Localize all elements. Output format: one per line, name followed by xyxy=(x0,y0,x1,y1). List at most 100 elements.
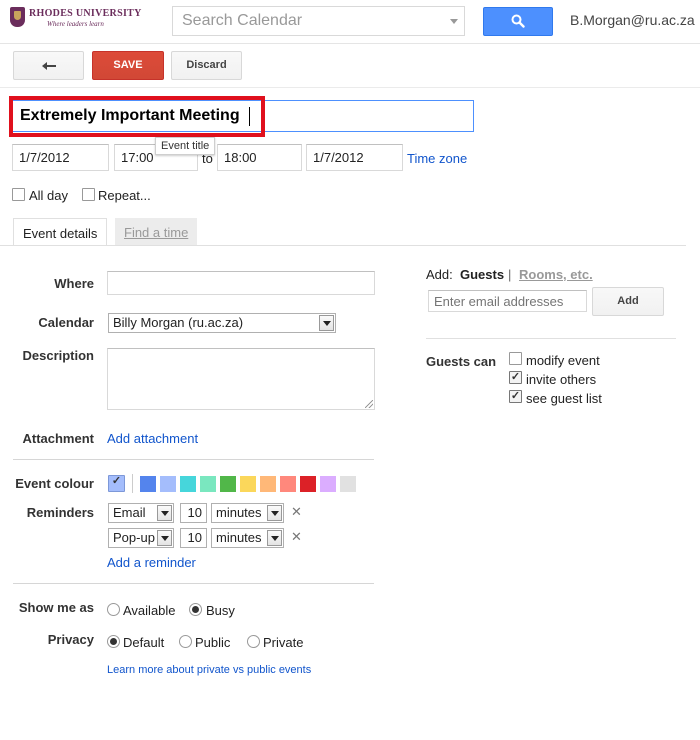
title-highlight-box xyxy=(9,96,265,137)
tabs-divider xyxy=(0,245,686,246)
add-label: Add: xyxy=(426,267,453,282)
reminder-method-value: Email xyxy=(113,505,146,520)
toolbar-divider xyxy=(0,87,700,88)
reminder-unit-value: minutes xyxy=(216,530,262,545)
calendar-label: Calendar xyxy=(38,315,94,330)
event-title-tooltip: Event title xyxy=(155,137,216,155)
tab-guests[interactable]: Guests xyxy=(460,267,504,282)
resize-handle-icon[interactable] xyxy=(365,400,373,408)
reminder-amount-input[interactable]: 10 xyxy=(180,503,207,523)
colour-swatch[interactable] xyxy=(220,476,236,492)
university-crest-icon xyxy=(10,7,25,27)
default-colour-swatch[interactable] xyxy=(108,475,125,492)
search-icon xyxy=(511,14,525,28)
colour-separator xyxy=(132,474,133,493)
dropdown-arrow-icon xyxy=(157,505,172,521)
user-account-link[interactable]: B.Morgan@ru.ac.za xyxy=(570,12,695,28)
where-input[interactable] xyxy=(107,271,375,295)
add-guest-button[interactable]: Add xyxy=(592,287,664,316)
add-reminder-link[interactable]: Add a reminder xyxy=(107,555,196,570)
dropdown-arrow-icon xyxy=(267,530,282,546)
discard-button[interactable]: Discard xyxy=(171,51,242,80)
invite-others-label: invite others xyxy=(526,372,597,387)
search-input[interactable] xyxy=(173,7,433,35)
reminders-label: Reminders xyxy=(26,505,94,520)
privacy-public-label: Public xyxy=(195,635,231,650)
logo-tagline: Where leaders learn xyxy=(47,20,104,28)
privacy-label: Privacy xyxy=(47,632,94,647)
remove-reminder-icon[interactable]: ✕ xyxy=(291,529,302,545)
reminder-method-select[interactable]: Pop-up xyxy=(108,528,174,548)
search-calendar-box xyxy=(172,6,465,36)
rhodes-university-logo[interactable]: RHODES UNIVERSITY Where leaders learn xyxy=(10,7,141,39)
save-button[interactable]: SAVE xyxy=(92,51,164,80)
privacy-private-radio[interactable] xyxy=(247,635,260,648)
back-button[interactable] xyxy=(13,51,84,80)
privacy-private-label: Private xyxy=(263,635,304,650)
event-colour-label: Event colour xyxy=(15,476,94,491)
available-radio[interactable] xyxy=(107,603,120,616)
tab-rooms[interactable]: Rooms, etc. xyxy=(519,267,593,282)
colour-swatches xyxy=(140,476,360,492)
back-arrow-icon xyxy=(42,62,56,70)
start-date-field[interactable]: 1/7/2012 xyxy=(12,144,109,171)
modify-event-label: modify event xyxy=(526,353,600,368)
colour-swatch[interactable] xyxy=(200,476,216,492)
dropdown-arrow-icon xyxy=(267,505,282,521)
time-zone-link[interactable]: Time zone xyxy=(407,151,467,166)
calendar-select[interactable]: Billy Morgan (ru.ac.za) xyxy=(108,313,336,333)
privacy-learn-more-link[interactable]: Learn more about private vs public event… xyxy=(107,664,311,676)
reminder-method-select[interactable]: Email xyxy=(108,503,174,523)
colour-swatch[interactable] xyxy=(240,476,256,492)
reminder-amount-input[interactable]: 10 xyxy=(180,528,207,548)
guests-divider xyxy=(426,338,676,339)
all-day-label: All day xyxy=(29,188,69,203)
reminder-unit-select[interactable]: minutes xyxy=(211,503,284,523)
add-attachment-link[interactable]: Add attachment xyxy=(107,431,198,446)
see-guest-list-label: see guest list xyxy=(526,391,602,406)
reminder-method-value: Pop-up xyxy=(113,530,155,545)
show-me-as-label: Show me as xyxy=(18,600,94,615)
end-time-field[interactable]: 18:00 xyxy=(217,144,302,171)
privacy-default-label: Default xyxy=(123,635,165,650)
colour-swatch[interactable] xyxy=(140,476,156,492)
colour-swatch[interactable] xyxy=(300,476,316,492)
dropdown-arrow-icon xyxy=(157,530,172,546)
repeat-checkbox[interactable] xyxy=(82,188,95,201)
guests-can-label: Guests can xyxy=(426,354,497,369)
description-label: Description xyxy=(22,348,94,363)
busy-radio[interactable] xyxy=(189,603,202,616)
remove-reminder-icon[interactable]: ✕ xyxy=(291,504,302,520)
see-guest-list-checkbox[interactable] xyxy=(509,390,522,403)
reminder-unit-select[interactable]: minutes xyxy=(211,528,284,548)
section-divider xyxy=(13,459,374,460)
colour-swatch[interactable] xyxy=(320,476,336,492)
top-bar: RHODES UNIVERSITY Where leaders learn B.… xyxy=(0,0,700,44)
logo-name: RHODES UNIVERSITY xyxy=(29,8,142,19)
privacy-public-radio[interactable] xyxy=(179,635,192,648)
colour-swatch[interactable] xyxy=(280,476,296,492)
search-options-dropdown-icon[interactable] xyxy=(450,19,458,24)
guest-email-input[interactable] xyxy=(428,290,587,312)
tab-separator: | xyxy=(508,267,512,282)
invite-others-checkbox[interactable] xyxy=(509,371,522,384)
busy-label: Busy xyxy=(206,603,235,618)
colour-swatch[interactable] xyxy=(340,476,356,492)
calendar-selected-value: Billy Morgan (ru.ac.za) xyxy=(113,315,244,330)
dropdown-arrow-icon xyxy=(319,315,334,331)
available-label: Available xyxy=(123,603,176,618)
reminder-unit-value: minutes xyxy=(216,505,262,520)
all-day-checkbox[interactable] xyxy=(12,188,25,201)
tab-find-a-time[interactable]: Find a time xyxy=(115,218,198,246)
end-date-field[interactable]: 1/7/2012 xyxy=(306,144,403,171)
modify-event-checkbox[interactable] xyxy=(509,352,522,365)
colour-swatch[interactable] xyxy=(180,476,196,492)
where-label: Where xyxy=(54,276,94,291)
privacy-default-radio[interactable] xyxy=(107,635,120,648)
colour-swatch[interactable] xyxy=(160,476,176,492)
search-button[interactable] xyxy=(483,7,553,36)
colour-swatch[interactable] xyxy=(260,476,276,492)
description-textarea[interactable] xyxy=(107,348,375,410)
tab-event-details[interactable]: Event details xyxy=(13,218,108,246)
repeat-label: Repeat... xyxy=(98,188,151,203)
